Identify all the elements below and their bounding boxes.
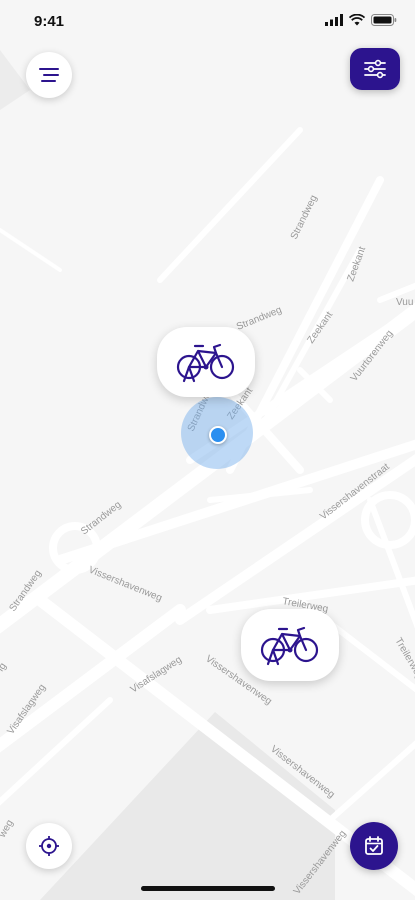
signal-icon: [325, 14, 343, 26]
bike-marker[interactable]: [157, 327, 255, 397]
status-bar: 9:41: [0, 0, 415, 44]
sliders-icon: [364, 59, 386, 79]
bicycle-icon: [176, 343, 235, 383]
calendar-check-icon: [365, 836, 383, 855]
bike-marker[interactable]: [241, 609, 339, 681]
current-location-dot: [209, 426, 227, 444]
reservations-button[interactable]: [350, 822, 398, 870]
bicycle-icon: [260, 626, 319, 666]
crosshair-icon: [39, 836, 59, 856]
menu-button[interactable]: [26, 52, 72, 98]
menu-icon: [39, 68, 59, 82]
filter-button[interactable]: [350, 48, 400, 90]
home-indicator: [141, 886, 275, 891]
wifi-icon: [349, 14, 365, 26]
battery-icon: [371, 14, 397, 26]
status-time: 9:41: [34, 13, 65, 30]
street-label: Vuu: [396, 297, 413, 308]
recenter-button[interactable]: [26, 823, 72, 869]
